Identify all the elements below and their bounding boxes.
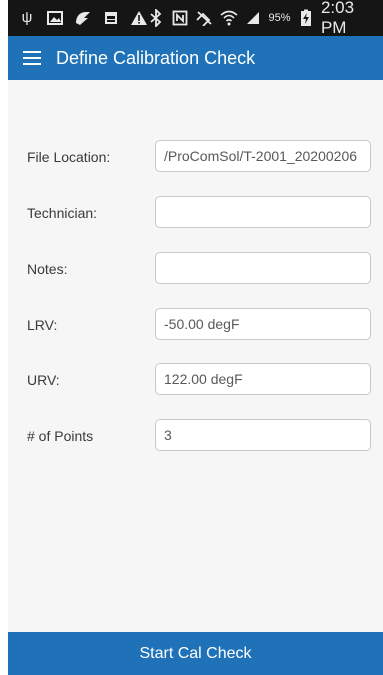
technician-row: Technician: — [8, 196, 383, 230]
phone-screen: ψ 95% 2:03 PM Define Calibration Check F… — [8, 0, 383, 675]
lrv-field[interactable]: -50.00 degF — [155, 308, 371, 340]
status-right-icons: 95% 2:03 PM — [148, 0, 383, 38]
file-location-row: File Location: /ProComSol/T-2001_2020020… — [8, 140, 383, 174]
form-area: File Location: /ProComSol/T-2001_2020020… — [8, 80, 383, 632]
image-icon — [46, 9, 64, 27]
technician-field[interactable] — [155, 196, 371, 228]
points-row: # of Points 3 — [8, 419, 383, 453]
notes-label: Notes: — [27, 261, 68, 277]
mute-icon — [195, 9, 213, 27]
start-cal-check-button[interactable]: Start Cal Check — [8, 632, 383, 675]
lrv-row: LRV: -50.00 degF — [8, 308, 383, 342]
urv-label: URV: — [27, 372, 60, 388]
file-location-field[interactable]: /ProComSol/T-2001_20200206 — [155, 140, 371, 172]
app-bar: Define Calibration Check — [8, 36, 383, 80]
battery-charging-icon — [297, 9, 313, 27]
signal-icon — [245, 9, 261, 27]
status-time: 2:03 PM — [320, 0, 355, 37]
wifi-icon — [220, 9, 238, 27]
bluetooth-icon — [148, 9, 164, 27]
nfc-icon — [171, 9, 188, 27]
file-location-label: File Location: — [27, 149, 111, 165]
technician-label: Technician: — [27, 205, 98, 221]
points-label: # of Points — [27, 428, 94, 444]
notes-row: Notes: — [8, 252, 383, 286]
usb-icon: ψ — [21, 9, 33, 26]
screen-frame: ψ 95% 2:03 PM Define Calibration Check F… — [0, 0, 383, 675]
urv-row: URV: 122.00 degF — [8, 363, 383, 397]
urv-field[interactable]: 122.00 degF — [155, 363, 371, 395]
hamburger-menu-icon[interactable] — [8, 36, 56, 80]
points-field[interactable]: 3 — [155, 419, 371, 451]
page-title: Define Calibration Check — [56, 47, 256, 68]
status-bar: ψ 95% 2:03 PM — [8, 0, 383, 38]
sim-icon — [102, 9, 120, 27]
status-left-icons: ψ — [8, 9, 148, 27]
lrv-label: LRV: — [27, 317, 58, 333]
app-icon — [74, 9, 92, 27]
notes-field[interactable] — [155, 252, 371, 284]
battery-percent: 95% — [268, 12, 291, 24]
warning-icon — [130, 9, 148, 27]
